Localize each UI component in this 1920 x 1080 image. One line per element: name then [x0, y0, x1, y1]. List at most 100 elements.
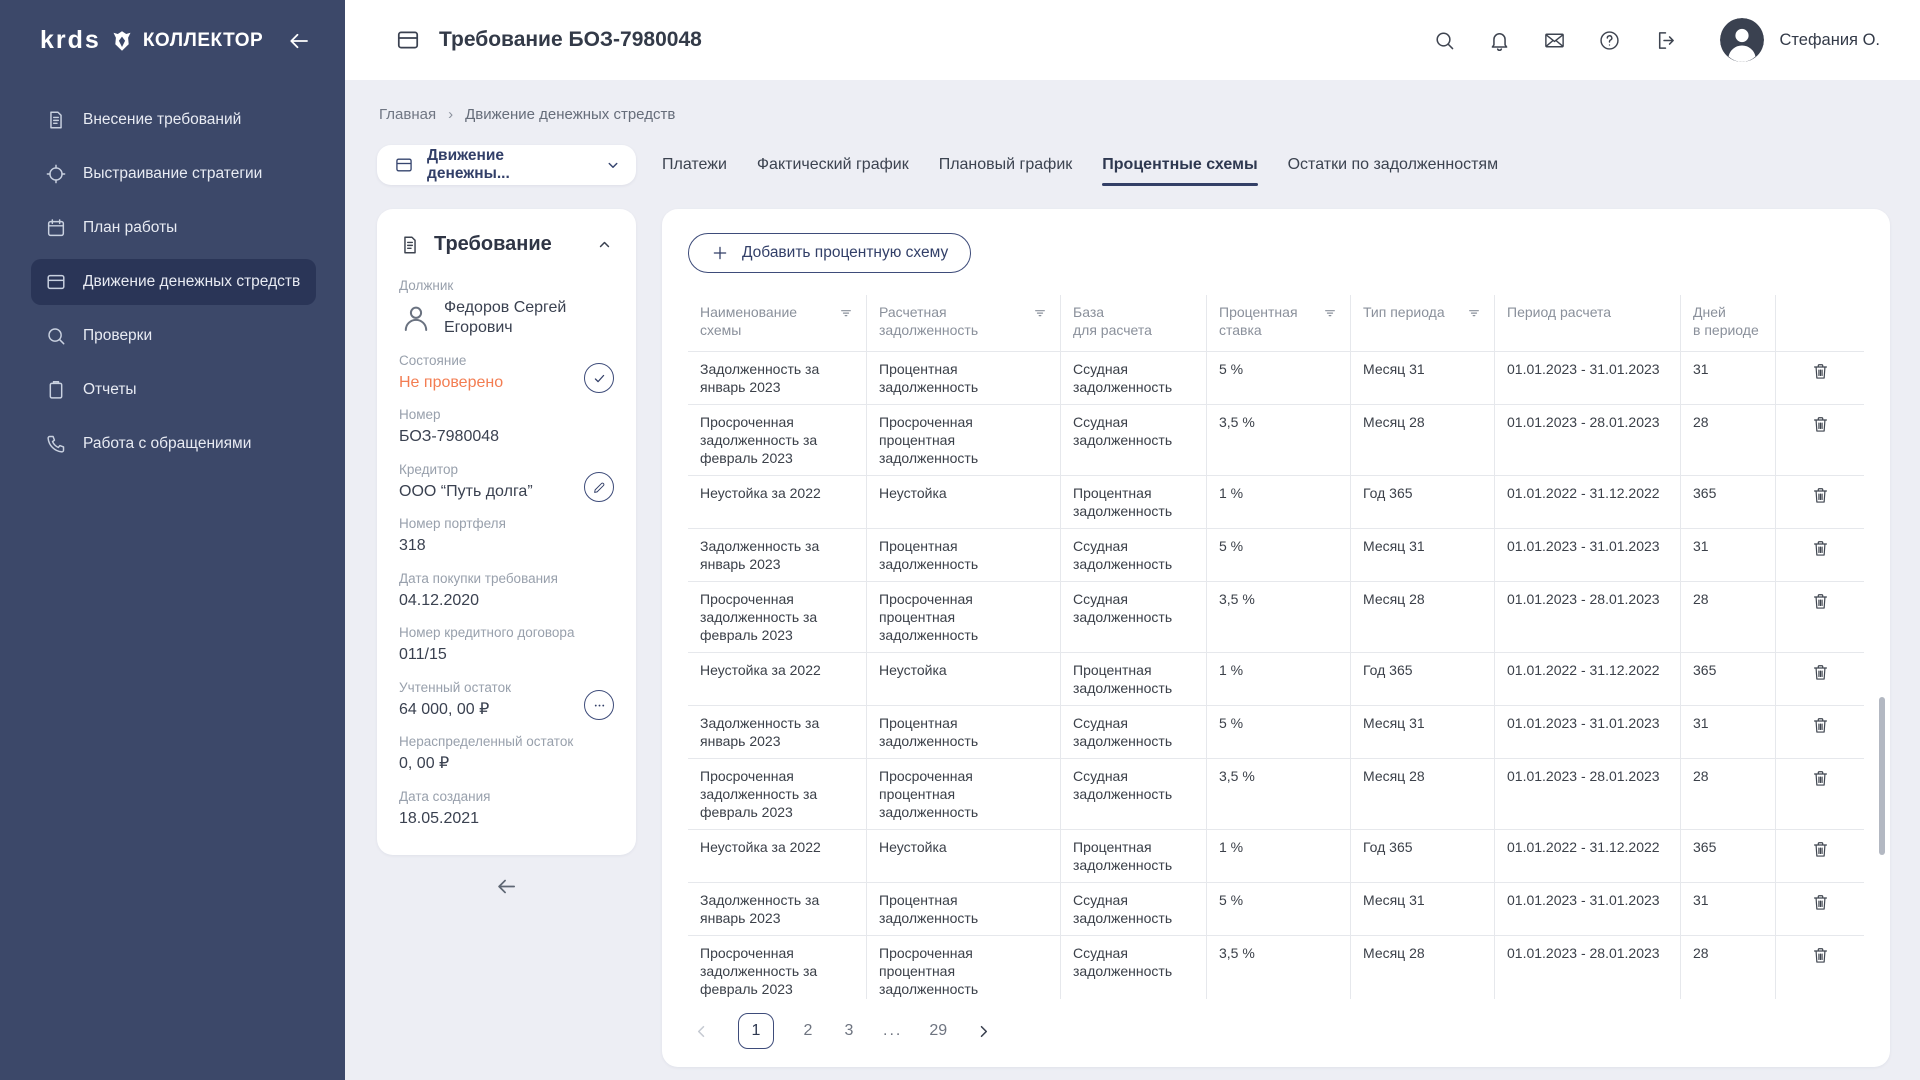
tab-item[interactable]: Платежи — [662, 152, 727, 178]
table-row: Задолженность за январь 2023 Процентная … — [688, 883, 1864, 936]
sidebar-item[interactable]: Отчеты — [31, 367, 316, 413]
scrollbar-thumb[interactable] — [1879, 697, 1885, 855]
tab-item[interactable]: Остатки по задолженностям — [1288, 152, 1498, 178]
trash-icon[interactable] — [1811, 362, 1830, 381]
pagination-page[interactable]: 1 — [738, 1013, 774, 1049]
column-header[interactable]: Расчетная задолженность — [867, 295, 1061, 351]
bell-icon[interactable] — [1488, 29, 1511, 52]
cell-period-type: Месяц 31 — [1351, 352, 1495, 404]
cell-days-in-period: 365 — [1681, 653, 1776, 705]
trash-icon[interactable] — [1811, 946, 1830, 965]
trash-icon[interactable] — [1811, 592, 1830, 611]
field-label: Кредитор — [399, 462, 576, 477]
trash-icon[interactable] — [1811, 539, 1830, 558]
filter-icon[interactable] — [838, 305, 854, 321]
filter-icon[interactable] — [1322, 305, 1338, 321]
sidebar-item[interactable]: План работы — [31, 205, 316, 251]
pagination-page[interactable]: 29 — [929, 1022, 947, 1040]
trash-icon[interactable] — [1811, 486, 1830, 505]
sidebar-item[interactable]: Движение денежных стредств — [31, 259, 316, 305]
mail-icon[interactable] — [1543, 29, 1566, 52]
cell-calc-period: 01.01.2023 - 28.01.2023 — [1495, 936, 1681, 999]
cell-interest-rate: 3,5 % — [1207, 759, 1351, 829]
logout-icon[interactable] — [1653, 29, 1676, 52]
cell-calc-period: 01.01.2022 - 31.12.2022 — [1495, 830, 1681, 882]
logo-krds-text: krds — [40, 26, 101, 55]
sidebar-item-label: Внесение требований — [83, 111, 241, 129]
column-header[interactable]: Период расчета — [1495, 295, 1681, 351]
breadcrumb-separator: › — [448, 106, 453, 123]
cell-scheme-name: Неустойка за 2022 — [688, 830, 867, 882]
main-area: Требование БОЗ-7980048 Стефания О. Главн… — [345, 0, 1920, 1080]
avatar[interactable] — [1720, 18, 1764, 62]
cell-calculated-debt: Просроченная процентная задолженность — [867, 936, 1061, 999]
page-title-group: Требование БОЗ-7980048 — [395, 27, 702, 53]
cell-actions — [1776, 352, 1864, 404]
pagination: 123...29 — [688, 999, 1864, 1051]
column-header[interactable]: Наименование схемы — [688, 295, 867, 351]
cell-scheme-name: Неустойка за 2022 — [688, 653, 867, 705]
cell-calc-period: 01.01.2023 - 28.01.2023 — [1495, 582, 1681, 652]
trash-icon[interactable] — [1811, 769, 1830, 788]
table-row: Неустойка за 2022 Неустойка Процентная з… — [688, 476, 1864, 529]
filter-icon[interactable] — [1466, 305, 1482, 321]
cell-calc-base: Ссудная задолженность — [1061, 352, 1207, 404]
trash-icon[interactable] — [1811, 415, 1830, 434]
trash-icon[interactable] — [1811, 716, 1830, 735]
trash-icon[interactable] — [1811, 893, 1830, 912]
chevron-left-icon[interactable] — [692, 1022, 711, 1041]
claim-card-title: Требование — [434, 233, 552, 256]
back-arrow-button[interactable] — [495, 875, 518, 898]
pencil-button[interactable] — [584, 472, 614, 502]
sidebar-item[interactable]: Внесение требований — [31, 97, 316, 143]
body-row: Требование Должник Федоров Сергей Егоров… — [377, 209, 1890, 1067]
search-icon[interactable] — [1433, 29, 1456, 52]
column-header[interactable]: База для расчета — [1061, 295, 1207, 351]
check-button[interactable] — [584, 363, 614, 393]
cell-calc-base: Ссудная задолженность — [1061, 529, 1207, 581]
calendar-icon — [45, 217, 67, 239]
table-row: Задолженность за январь 2023 Процентная … — [688, 529, 1864, 582]
sidebar-item[interactable]: Работа с обращениями — [31, 421, 316, 467]
trash-icon[interactable] — [1811, 840, 1830, 859]
sidebar-item[interactable]: Проверки — [31, 313, 316, 359]
tab-item[interactable]: Фактический график — [757, 152, 909, 178]
chevron-right-icon[interactable] — [974, 1022, 993, 1041]
breadcrumb-item[interactable]: Движение денежных стредств — [465, 106, 675, 123]
card-icon — [395, 27, 421, 53]
help-icon[interactable] — [1598, 29, 1621, 52]
filter-icon[interactable] — [1032, 305, 1048, 321]
cell-period-type: Месяц 31 — [1351, 706, 1495, 758]
field-label: Номер — [399, 407, 614, 422]
tab-item[interactable]: Плановый график — [939, 152, 1073, 178]
cell-actions — [1776, 529, 1864, 581]
trash-icon[interactable] — [1811, 663, 1830, 682]
card-icon — [45, 271, 67, 293]
sidebar-item[interactable]: Выстраивание стратегии — [31, 151, 316, 197]
pagination-page[interactable]: 3 — [842, 1022, 856, 1040]
tabs: Платежи Фактический график Плановый график… — [662, 152, 1498, 178]
view-switcher[interactable]: Движение денежны... — [377, 145, 636, 185]
field-label: Учтенный остаток — [399, 680, 576, 695]
sidebar-nav: Внесение требований Выстраивание стратег… — [0, 97, 345, 467]
column-header[interactable]: Тип периода — [1351, 295, 1495, 351]
cell-interest-rate: 5 % — [1207, 706, 1351, 758]
field-label: Должник — [399, 278, 614, 293]
ellipsis-button[interactable] — [584, 690, 614, 720]
add-scheme-button[interactable]: Добавить процентную схему — [688, 233, 971, 273]
cell-scheme-name: Просроченная задолженность за февраль 20… — [688, 936, 867, 999]
cell-interest-rate: 1 % — [1207, 653, 1351, 705]
column-header[interactable]: Процентная ставка — [1207, 295, 1351, 351]
field-value: 318 — [399, 536, 614, 556]
schemes-table: Наименование схемы Расчетная задолженнос… — [688, 295, 1864, 999]
chevron-up-icon[interactable] — [595, 235, 614, 254]
breadcrumb-item[interactable]: Главная — [379, 106, 436, 123]
tab-active[interactable]: Процентные схемы — [1102, 152, 1257, 178]
pagination-page[interactable]: 2 — [801, 1022, 815, 1040]
column-header[interactable]: Дней в периоде — [1681, 295, 1776, 351]
claim-field: Должник Федоров Сергей Егорович — [399, 278, 614, 339]
cell-actions — [1776, 405, 1864, 475]
topbar-actions: Стефания О. — [1433, 18, 1880, 62]
sidebar-collapse-button[interactable] — [287, 29, 311, 53]
table-row: Задолженность за январь 2023 Процентная … — [688, 352, 1864, 405]
